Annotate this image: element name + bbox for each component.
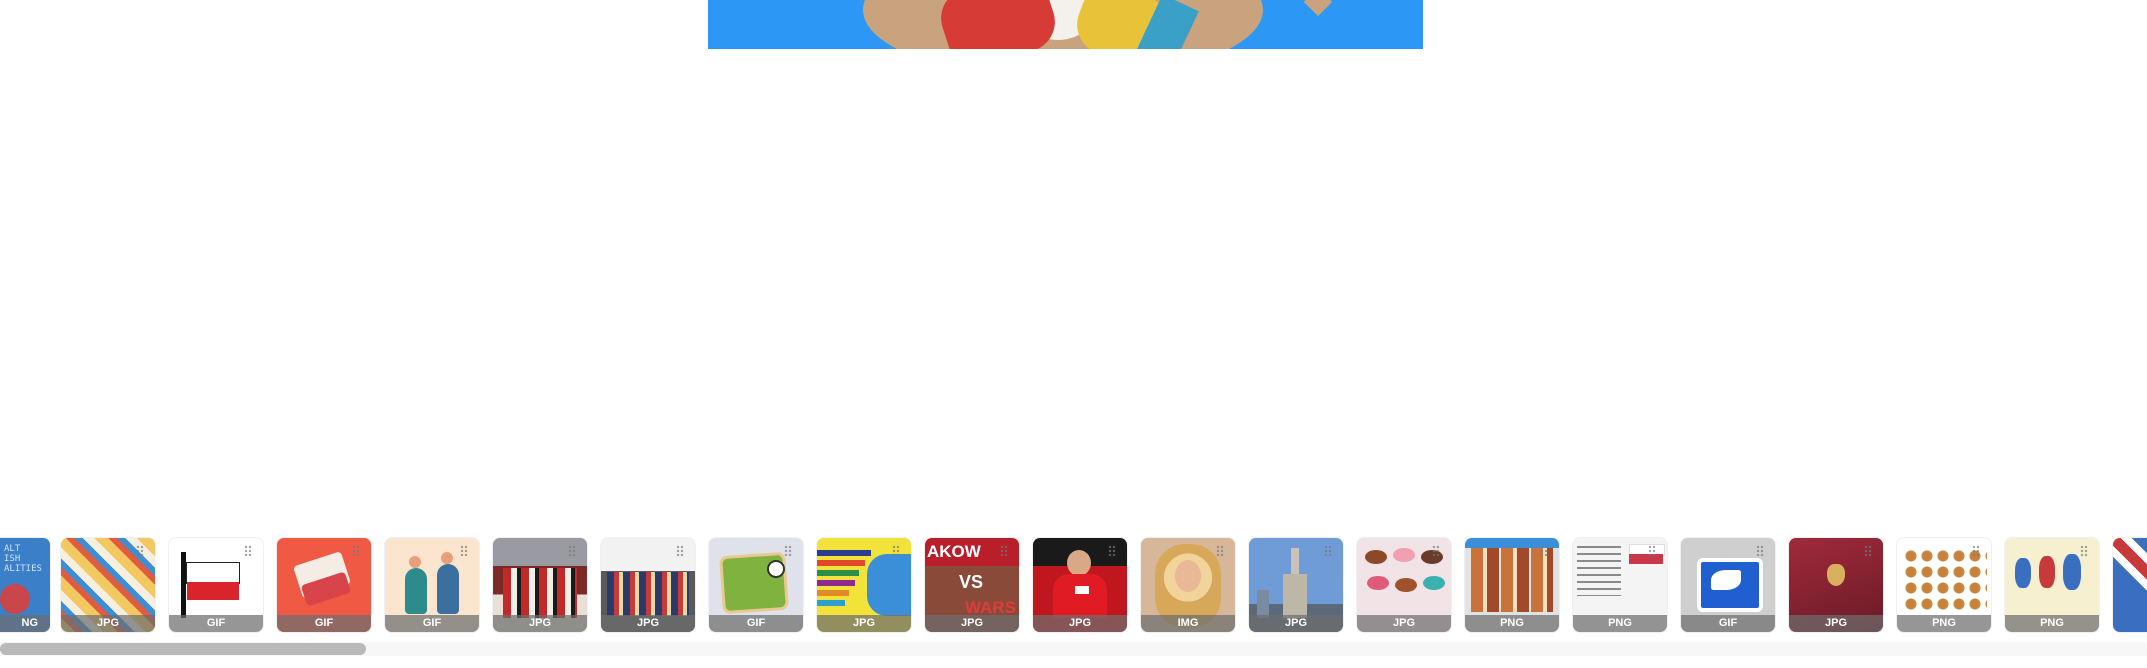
- thumbnail-7[interactable]: GIF: [709, 538, 803, 632]
- character-scarf-red: [933, 0, 1063, 49]
- thumbnail-type-label: JPG: [601, 615, 695, 632]
- thumbnail-type-label: JPG: [1249, 615, 1343, 632]
- thumbnail-type-label: JPG: [1033, 615, 1127, 632]
- thumbnail-20[interactable]: [2113, 538, 2147, 632]
- drag-handle-icon[interactable]: [784, 545, 792, 557]
- thumbnail-art-text: ALT ISH ALITIES: [4, 544, 42, 574]
- drag-handle-icon[interactable]: [2080, 545, 2088, 557]
- thumbnail-type-label: PNG: [1465, 615, 1559, 632]
- drag-handle-icon[interactable]: [1108, 545, 1116, 557]
- drag-handle-icon[interactable]: [676, 545, 684, 557]
- thumbnail-17[interactable]: JPG: [1789, 538, 1883, 632]
- thumbnail-type-label: PNG: [1897, 615, 1991, 632]
- thumbnail-2[interactable]: GIF: [169, 538, 263, 632]
- thumbnail-type-label: JPG: [61, 615, 155, 632]
- thumbnail-14[interactable]: PNG: [1465, 538, 1559, 632]
- thumbnail-type-label: JPG: [925, 615, 1019, 632]
- character-ear: [1303, 0, 1333, 17]
- drag-handle-icon[interactable]: [244, 545, 252, 557]
- thumbnail-art-text: AKOW: [927, 542, 981, 561]
- uk-flag-map-thumbnail: [2113, 538, 2147, 632]
- thumbnail-4[interactable]: GIF: [385, 538, 479, 632]
- thumbnail-type-label: GIF: [385, 615, 479, 632]
- drag-handle-icon[interactable]: [1000, 545, 1008, 557]
- thumbnail-1[interactable]: JPG: [61, 538, 155, 632]
- thumbnail-10[interactable]: JPG: [1033, 538, 1127, 632]
- drag-handle-icon[interactable]: [1756, 545, 1764, 557]
- thumbnail-18[interactable]: PNG: [1897, 538, 1991, 632]
- thumbnail-type-label: GIF: [1681, 615, 1775, 632]
- thumbnail-12[interactable]: JPG: [1249, 538, 1343, 632]
- drag-handle-icon[interactable]: [1972, 545, 1980, 557]
- thumbnail-6[interactable]: JPG: [601, 538, 695, 632]
- drag-handle-icon[interactable]: [1432, 545, 1440, 557]
- thumbnail-type-label: GIF: [169, 615, 263, 632]
- drag-handle-icon[interactable]: [136, 545, 144, 557]
- thumbnail-9[interactable]: AKOW VS WARS JPG: [925, 538, 1019, 632]
- thumbnail-5[interactable]: JPG: [493, 538, 587, 632]
- thumbnail-16[interactable]: GIF: [1681, 538, 1775, 632]
- thumbnail-3[interactable]: GIF: [277, 538, 371, 632]
- drag-handle-icon[interactable]: [892, 545, 900, 557]
- thumbnail-0[interactable]: ALT ISH ALITIES NG: [0, 538, 50, 632]
- drag-handle-icon[interactable]: [1324, 545, 1332, 557]
- thumbnail-15[interactable]: PNG: [1573, 538, 1667, 632]
- thumbnail-type-label: JPG: [1357, 615, 1451, 632]
- thumbnail-11[interactable]: IMG: [1141, 538, 1235, 632]
- thumbnail-type-label: GIF: [277, 615, 371, 632]
- drag-handle-icon[interactable]: [568, 545, 576, 557]
- drag-handle-icon[interactable]: [460, 545, 468, 557]
- thumbnail-8[interactable]: JPG: [817, 538, 911, 632]
- thumbnail-19[interactable]: PNG: [2005, 538, 2099, 632]
- drag-handle-icon[interactable]: [352, 545, 360, 557]
- thumbnail-type-label: NG: [0, 615, 50, 632]
- drag-handle-icon[interactable]: [1216, 545, 1224, 557]
- horizontal-scrollbar-thumb[interactable]: [0, 643, 366, 655]
- thumbnail-type-label: GIF: [709, 615, 803, 632]
- drag-handle-icon[interactable]: [1864, 545, 1872, 557]
- preview-image: [708, 0, 1423, 49]
- drag-handle-icon[interactable]: [1648, 545, 1656, 557]
- thumbnail-type-label: JPG: [493, 615, 587, 632]
- thumbnail-type-label: IMG: [1141, 615, 1235, 632]
- thumbnail-type-label: JPG: [1789, 615, 1883, 632]
- thumbnail-type-label: PNG: [2005, 615, 2099, 632]
- thumbnail-type-label: JPG: [817, 615, 911, 632]
- thumbnail-art-text: VS: [959, 572, 984, 592]
- thumbnail-type-label: PNG: [1573, 615, 1667, 632]
- drag-handle-icon[interactable]: [1540, 545, 1548, 557]
- thumbnail-strip[interactable]: ALT ISH ALITIES NG JPG GIF GIF GIF JPG J…: [0, 536, 2147, 636]
- thumbnail-13[interactable]: JPG: [1357, 538, 1451, 632]
